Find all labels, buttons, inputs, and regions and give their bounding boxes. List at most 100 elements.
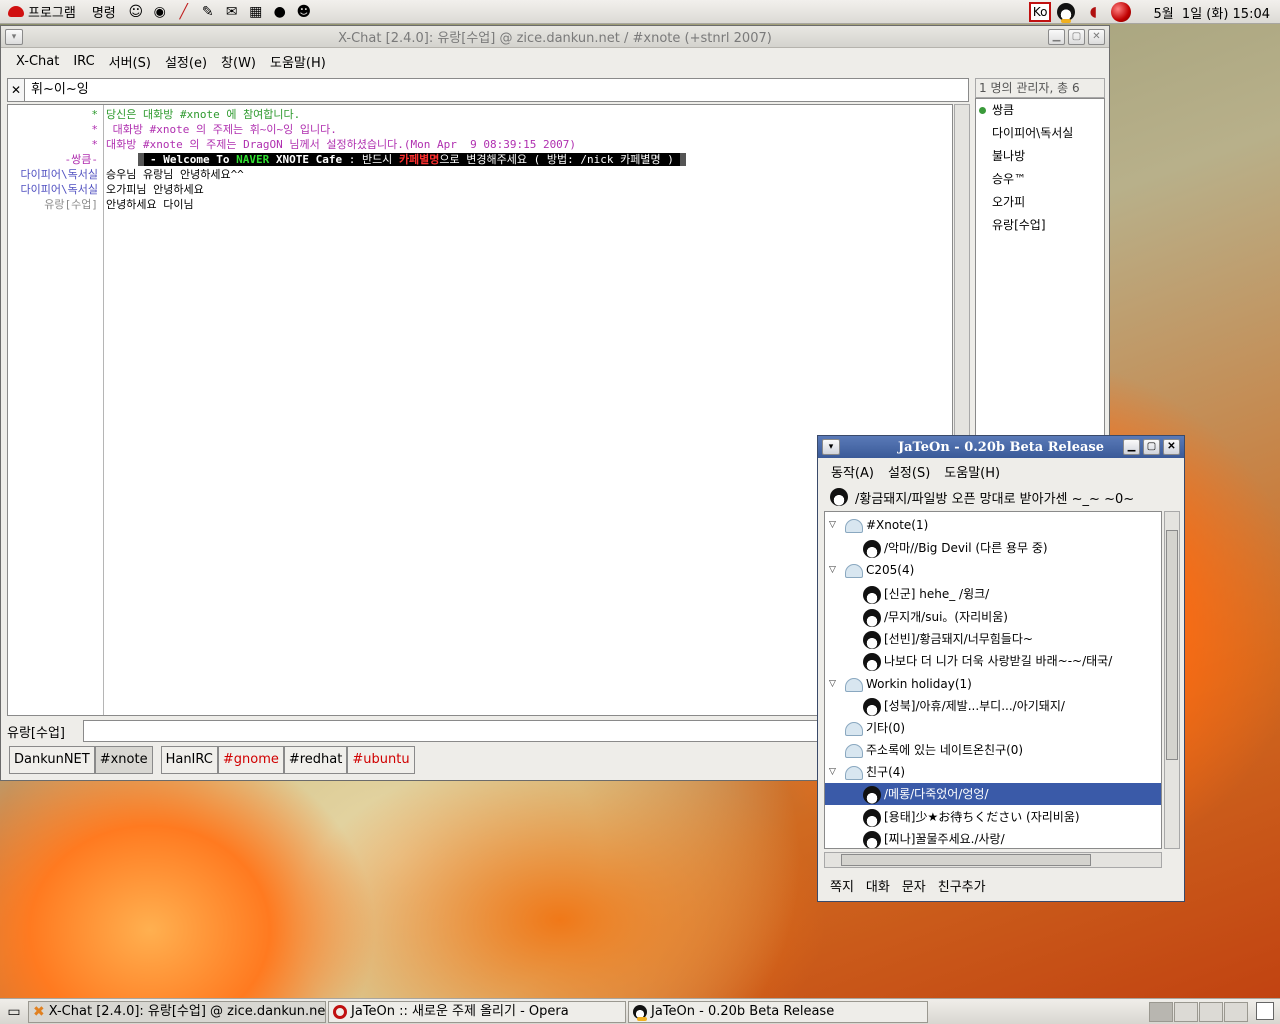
workspace-2[interactable] xyxy=(1174,1002,1198,1022)
user-list-item[interactable]: 유랑[수업] xyxy=(976,214,1104,237)
buddy-tree-hscrollbar[interactable] xyxy=(824,852,1162,868)
user-list[interactable]: 쌍큼 다이피어\독서실 불나방 승우™ 오가피 유랑[수업] xyxy=(975,98,1105,458)
workspace-3[interactable] xyxy=(1199,1002,1223,1022)
workspace-4[interactable] xyxy=(1224,1002,1248,1022)
buddy-row[interactable]: [신군] hehe_ /윙크/ xyxy=(825,583,1161,605)
buddy-row[interactable]: [찌나]꿀물주세요./사랑/ xyxy=(825,828,1161,848)
notification-area: Ko ◖ 5월 1일 (화) 15:04 xyxy=(1028,0,1280,24)
tab-gnome[interactable]: #gnome xyxy=(217,746,284,774)
window-menu-icon[interactable]: ▾ xyxy=(5,29,23,45)
minimize-button[interactable]: ▁ xyxy=(1048,29,1065,45)
tab-xnote[interactable]: #xnote xyxy=(94,746,153,774)
input-method-indicator[interactable]: Ko xyxy=(1028,2,1052,22)
volume-icon[interactable]: ◖ xyxy=(1083,2,1103,22)
clock[interactable]: 5월 1일 (화) 15:04 xyxy=(1153,3,1270,22)
maximize-button[interactable]: ▢ xyxy=(1143,439,1160,455)
task-opera[interactable]: JaTeOn :: 새로운 주제 올리기 - Opera xyxy=(328,1000,626,1023)
pencil-launcher-icon[interactable]: ╱ xyxy=(174,2,194,22)
buddy-icon xyxy=(863,630,881,649)
sms-button[interactable]: 문자 xyxy=(902,876,926,895)
workspace-1[interactable] xyxy=(1149,1002,1173,1022)
motd-text-b: 으로 변경해주세요 ( 방법: /nick 카페별명 ) xyxy=(439,153,674,166)
impress-launcher-icon[interactable]: ✉ xyxy=(222,2,242,22)
web-browser-launcher-icon[interactable]: ◉ xyxy=(150,2,170,22)
show-desktop-icon[interactable]: ▭ xyxy=(4,1002,24,1022)
workspace-switcher[interactable] xyxy=(1149,1002,1248,1022)
people-launcher-icon[interactable]: ☺ xyxy=(126,2,146,22)
buddy-tree-vscrollbar[interactable] xyxy=(1164,511,1180,849)
buddy-row[interactable]: [선빈]/황금돼지/너무힘들다~ xyxy=(825,628,1161,650)
calc-launcher-icon[interactable]: ▦ xyxy=(246,2,266,22)
buddy-row[interactable]: 나보다 더 니가 더욱 사랑받길 바래~-~/태국/ xyxy=(825,650,1161,672)
tab-dankunnet[interactable]: DankunNET xyxy=(9,746,95,774)
menu-action[interactable]: 동작(A) xyxy=(824,462,881,481)
jateon-titlebar[interactable]: ▾ JaTeOn - 0.20b Beta Release ▁ ▢ ✕ xyxy=(818,436,1184,458)
chat-button[interactable]: 대화 xyxy=(866,876,890,895)
task-xchat[interactable]: ✖ X-Chat [2.4.0]: 유랑[수업] @ zice.dankun.n… xyxy=(28,1000,326,1023)
user-list-item[interactable]: 승우™ xyxy=(976,168,1104,191)
group-row[interactable]: ▽ Workin holiday(1) xyxy=(825,673,1161,695)
task-jateon[interactable]: JaTeOn - 0.20b Beta Release xyxy=(628,1000,928,1023)
user-list-item[interactable]: 오가피 xyxy=(976,191,1104,214)
topic-input[interactable]: 휘~이~잉 xyxy=(25,78,969,102)
tab-ubuntu[interactable]: #ubuntu xyxy=(347,746,415,774)
buddy-row-selected[interactable]: /메롱/다죽었어/엉엉/ xyxy=(825,783,1161,805)
expander-icon[interactable]: ▽ xyxy=(829,514,839,536)
nick-button[interactable]: 유랑[수업] xyxy=(7,722,83,741)
writer-launcher-icon[interactable]: ✎ xyxy=(198,2,218,22)
group-icon xyxy=(845,563,863,578)
buddy-row[interactable]: [성북]/아휴/제발...부디.../아기돼지/ xyxy=(825,695,1161,717)
coffee-launcher-icon[interactable]: ● xyxy=(270,2,290,22)
menu-xchat[interactable]: X-Chat xyxy=(9,54,66,69)
scroll-thumb[interactable] xyxy=(841,854,1091,866)
xchat-titlebar[interactable]: ▾ X-Chat [2.4.0]: 유랑[수업] @ zice.dankun.n… xyxy=(1,26,1109,48)
chat-line: * 대화방 #xnote 의 주제는 휘~이~잉 입니다. xyxy=(8,122,948,137)
group-icon xyxy=(845,677,863,692)
user-list-item[interactable]: 쌍큼 xyxy=(976,99,1104,122)
user-list-item[interactable]: 불나방 xyxy=(976,145,1104,168)
menu-help[interactable]: 도움말(H) xyxy=(263,52,333,71)
maximize-button[interactable]: ▢ xyxy=(1068,29,1085,45)
tab-hanirc[interactable]: HanIRC xyxy=(160,746,218,774)
menu-settings[interactable]: 설정(S) xyxy=(881,462,937,481)
chat-text-area[interactable]: * 당신은 대화방 #xnote 에 참여합니다. * 대화방 #xnote 의… xyxy=(7,104,953,716)
menu-server[interactable]: 서버(S) xyxy=(102,52,158,71)
menu-help[interactable]: 도움말(H) xyxy=(937,462,1007,481)
window-menu-icon[interactable]: ▾ xyxy=(822,439,840,455)
motd-welcome: - Welcome To xyxy=(150,153,237,166)
update-notifier-icon[interactable] xyxy=(1111,2,1132,22)
add-friend-button[interactable]: 친구추가 xyxy=(938,876,986,895)
tab-redhat[interactable]: #redhat xyxy=(283,746,348,774)
expander-icon[interactable]: ▽ xyxy=(829,761,839,783)
close-tab-button[interactable]: ✕ xyxy=(7,78,25,102)
menu-settings[interactable]: 설정(e) xyxy=(158,52,214,71)
expander-icon[interactable]: ▽ xyxy=(829,673,839,695)
group-row[interactable]: ▽ #Xnote(1) xyxy=(825,514,1161,536)
user-list-item[interactable]: 다이피어\독서실 xyxy=(976,122,1104,145)
jateon-tray-icon[interactable] xyxy=(1057,3,1076,23)
trash-icon[interactable] xyxy=(1256,1002,1274,1020)
group-row[interactable]: 기타(0) xyxy=(825,717,1161,739)
expander-icon[interactable]: ▽ xyxy=(829,559,839,581)
my-status[interactable]: /황금돼지/파일방 오픈 망대로 받아가센 ~_~ ~0~ xyxy=(818,484,1184,510)
scroll-thumb[interactable] xyxy=(1166,530,1178,760)
menu-irc[interactable]: IRC xyxy=(66,54,101,69)
buddy-row[interactable]: /무지개/sui。(자리비움) xyxy=(825,606,1161,628)
applications-menu[interactable]: 프로그램 xyxy=(0,2,84,21)
group-row[interactable]: ▽ 친구(4) xyxy=(825,761,1161,783)
menu-window[interactable]: 창(W) xyxy=(214,52,263,71)
topic-bar: ✕ 휘~이~잉 xyxy=(7,78,969,102)
helper-launcher-icon[interactable]: ☻ xyxy=(294,2,314,22)
minimize-button[interactable]: ▁ xyxy=(1123,439,1140,455)
buddy-row[interactable]: [용태]少★お待ちください (자리비움) xyxy=(825,806,1161,828)
memo-button[interactable]: 쪽지 xyxy=(830,876,854,895)
close-button[interactable]: ✕ xyxy=(1088,29,1105,45)
actions-menu[interactable]: 명령 xyxy=(84,2,124,21)
buddy-row[interactable]: /악마//Big Devil (다른 용무 중) xyxy=(825,537,1161,559)
group-row[interactable]: ▽ C205(4) xyxy=(825,559,1161,581)
close-button[interactable]: ✕ xyxy=(1163,439,1180,455)
message-input[interactable] xyxy=(83,720,827,742)
group-label: 주소록에 있는 네이트온친구(0) xyxy=(866,743,1024,757)
group-row[interactable]: 주소록에 있는 네이트온친구(0) xyxy=(825,739,1161,761)
buddy-tree[interactable]: ▽ #Xnote(1) /악마//Big Devil (다른 용무 중) ▽ C20… xyxy=(824,511,1162,849)
